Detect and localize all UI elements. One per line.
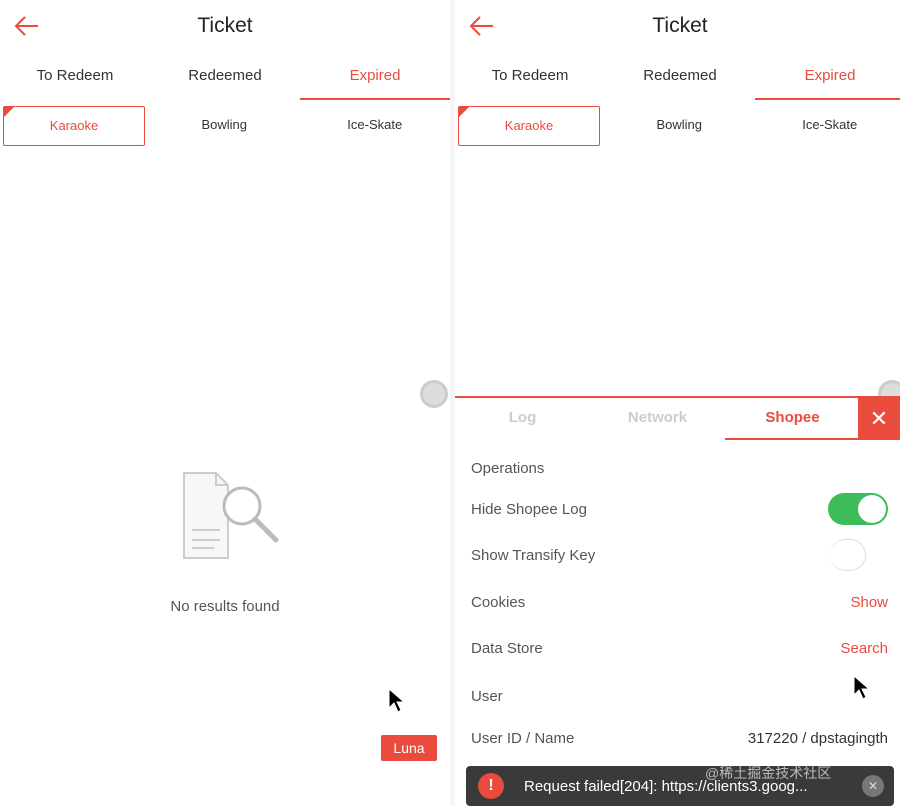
debug-tabs: Log Network Shopee (455, 398, 900, 440)
left-screen: Ticket To Redeem Redeemed Expired Karaok… (0, 0, 450, 806)
close-icon[interactable]: ✕ (858, 398, 900, 440)
tab-redeemed[interactable]: Redeemed (605, 56, 755, 100)
cookies-label: Cookies (471, 593, 526, 611)
operations-heading: Operations (471, 459, 545, 477)
user-id-label: User ID / Name (471, 729, 575, 747)
data-store-search-link[interactable]: Search (840, 640, 888, 657)
chip-ice-skate[interactable]: Ice-Skate (300, 106, 451, 146)
show-transify-toggle[interactable] (830, 539, 866, 571)
tab-redeemed[interactable]: Redeemed (150, 56, 300, 100)
empty-document-search-icon (183, 472, 279, 559)
ticket-tabs: To Redeem Redeemed Expired (0, 56, 450, 100)
empty-state-text: No results found (170, 598, 280, 615)
chip-bowling[interactable]: Bowling (604, 106, 755, 146)
show-transify-row: Show Transify Key (471, 539, 888, 571)
tab-log[interactable]: Log (455, 398, 590, 440)
operations-heading-row: Operations (471, 453, 888, 483)
user-id-row: User ID / Name 317220 / dpstagingth (471, 723, 888, 753)
chip-karaoke[interactable]: Karaoke (458, 106, 600, 146)
cookies-row: Cookies Show (471, 587, 888, 617)
hide-log-toggle[interactable] (828, 493, 888, 525)
hide-log-row: Hide Shopee Log (471, 493, 888, 525)
page-title: Ticket (652, 14, 708, 37)
toast-close-icon[interactable]: ✕ (862, 775, 884, 797)
show-transify-label: Show Transify Key (471, 546, 596, 564)
category-chips: Karaoke Bowling Ice-Skate (455, 106, 900, 146)
user-heading-row: User (471, 681, 888, 711)
category-chips: Karaoke Bowling Ice-Skate (0, 106, 450, 146)
tab-expired[interactable]: Expired (300, 56, 450, 100)
page-title: Ticket (197, 14, 253, 37)
data-store-label: Data Store (471, 639, 543, 657)
ticket-tabs: To Redeem Redeemed Expired (455, 56, 900, 100)
chip-bowling[interactable]: Bowling (149, 106, 300, 146)
tab-to-redeem[interactable]: To Redeem (455, 56, 605, 100)
tab-network[interactable]: Network (590, 398, 725, 440)
chip-ice-skate[interactable]: Ice-Skate (755, 106, 900, 146)
user-id-value: 317220 / dpstagingth (747, 729, 888, 747)
data-store-row: Data Store Search (471, 633, 888, 663)
chip-karaoke[interactable]: Karaoke (3, 106, 145, 146)
tab-shopee[interactable]: Shopee (725, 398, 860, 440)
cookies-show-link[interactable]: Show (850, 594, 888, 611)
hide-log-label: Hide Shopee Log (471, 500, 587, 518)
mouse-cursor-icon (853, 675, 871, 700)
tab-to-redeem[interactable]: To Redeem (0, 56, 150, 100)
debug-panel: Log Network Shopee ✕ Operations Hide Sho… (455, 396, 900, 806)
user-heading: User (471, 687, 503, 705)
mouse-cursor-icon (388, 688, 406, 713)
tab-expired[interactable]: Expired (755, 56, 900, 100)
right-screen: Ticket To Redeem Redeemed Expired Karaok… (455, 0, 900, 806)
error-icon: ! (478, 773, 504, 799)
luna-button[interactable]: Luna (381, 735, 437, 761)
floating-debug-bubble[interactable] (420, 380, 448, 408)
watermark: @稀土掘金技术社区 (705, 765, 832, 781)
